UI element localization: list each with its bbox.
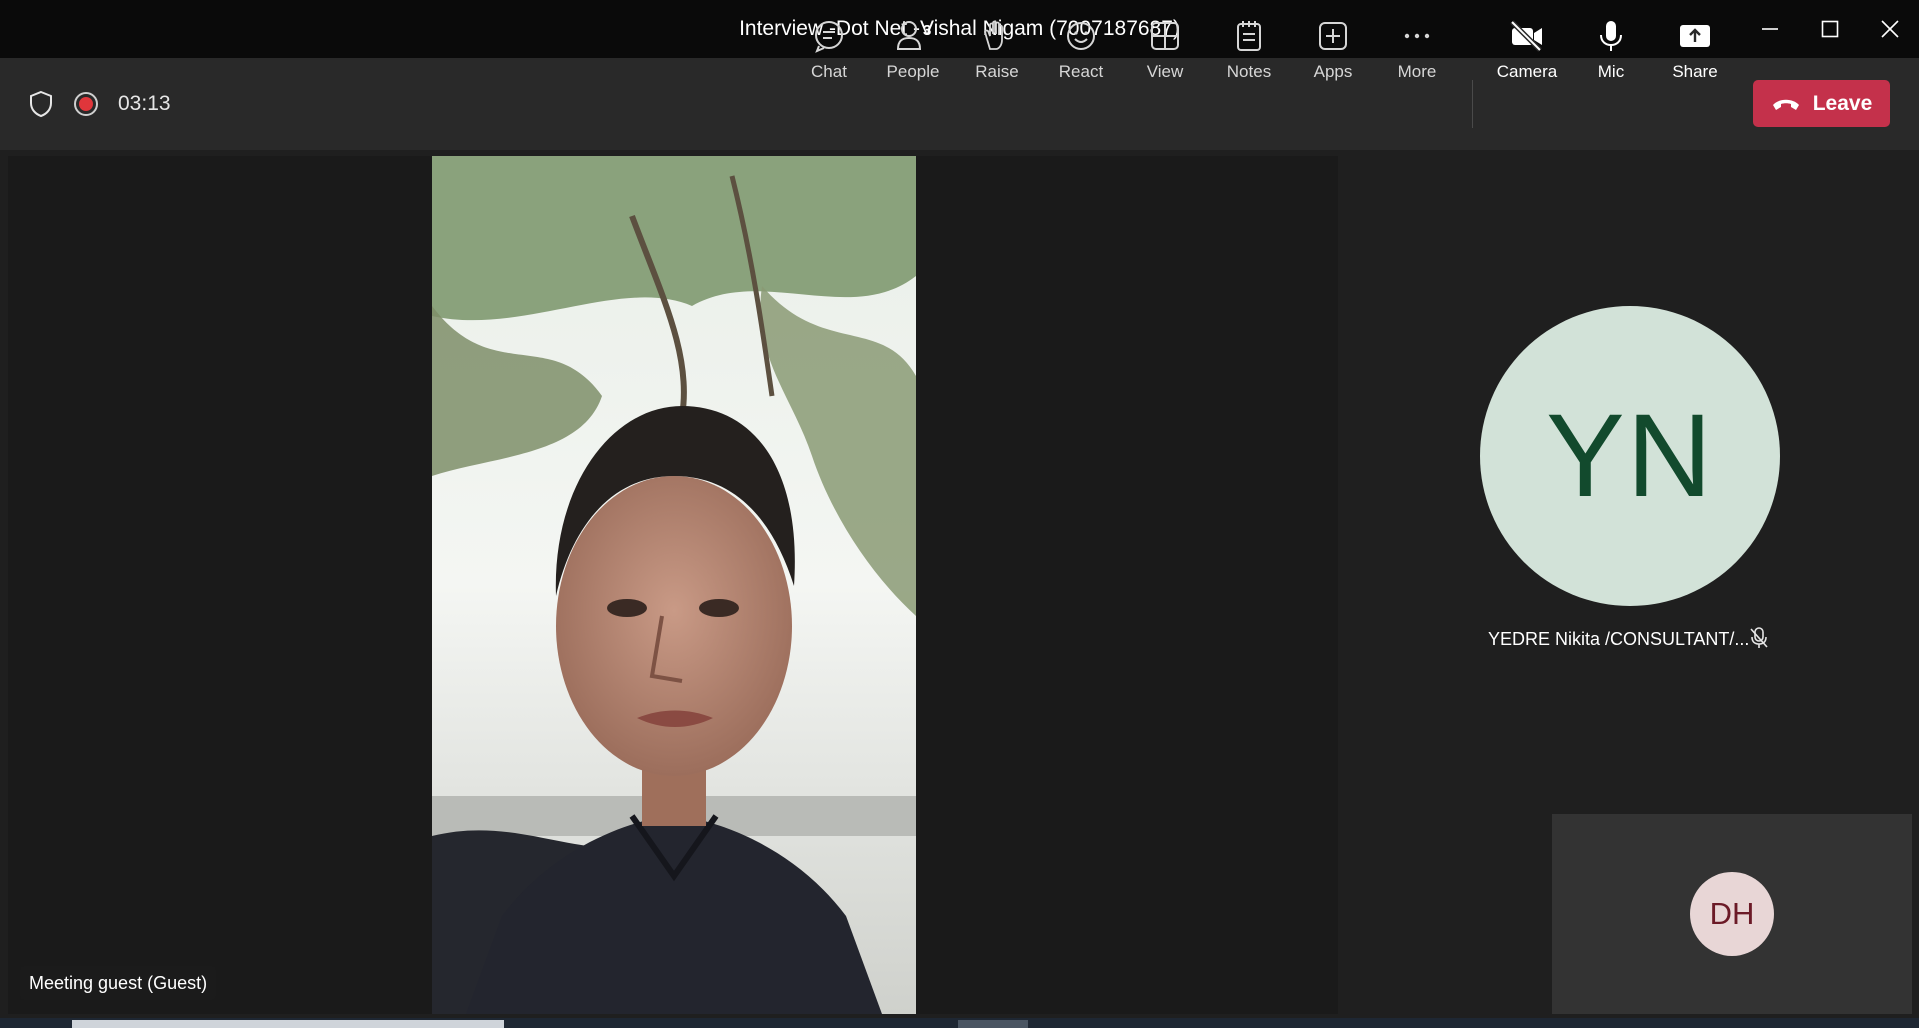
grid-view-icon <box>1151 22 1179 50</box>
notes-button[interactable]: Notes <box>1209 16 1289 82</box>
more-dots-icon <box>1404 33 1430 39</box>
share-button[interactable]: Share <box>1655 16 1735 82</box>
microphone-icon <box>1600 21 1622 51</box>
camera-label: Camera <box>1496 62 1558 81</box>
maximize-icon <box>1821 20 1839 38</box>
chat-button[interactable]: Chat <box>789 16 869 82</box>
react-label: React <box>1058 62 1104 81</box>
notes-icon <box>1237 21 1261 51</box>
minimize-button[interactable] <box>1750 12 1790 46</box>
share-label: Share <box>1672 62 1718 81</box>
more-label: More <box>1397 62 1437 81</box>
apps-button[interactable]: Apps <box>1293 16 1373 82</box>
participant-name-yn: YEDRE Nikita /CONSULTANT/... <box>1488 629 1750 649</box>
shield-icon[interactable] <box>28 90 54 118</box>
close-icon <box>1881 20 1899 38</box>
more-button[interactable]: More <box>1377 16 1457 82</box>
avatar-dh: DH <box>1690 872 1774 956</box>
raise-hand-button[interactable]: Raise <box>957 16 1037 82</box>
smiley-icon <box>1067 22 1095 50</box>
mic-off-icon <box>1750 627 1768 648</box>
people-button[interactable]: 3 People <box>873 16 953 82</box>
people-label: People <box>886 62 940 81</box>
maximize-button[interactable] <box>1810 12 1850 46</box>
meeting-status: 03:13 <box>28 90 171 118</box>
view-label: View <box>1146 62 1184 81</box>
meeting-timer: 03:13 <box>118 92 171 115</box>
react-button[interactable]: React <box>1041 16 1121 82</box>
mic-label: Mic <box>1597 62 1625 81</box>
chat-label: Chat <box>811 62 847 81</box>
toolbar-divider <box>1472 80 1473 128</box>
leave-button[interactable]: Leave <box>1753 80 1890 127</box>
camera-off-icon <box>1510 20 1542 52</box>
mic-button[interactable]: Mic <box>1571 16 1651 82</box>
minimize-icon <box>1762 28 1778 30</box>
hang-up-icon <box>1772 99 1799 110</box>
muted-indicator <box>1748 626 1770 655</box>
video-feed-image <box>432 156 916 1014</box>
share-screen-icon <box>1680 25 1710 47</box>
close-button[interactable] <box>1870 12 1910 46</box>
taskbar-window-preview-2[interactable] <box>958 1020 1028 1028</box>
hand-icon <box>984 20 1003 50</box>
recording-dot-icon <box>79 97 93 111</box>
people-count-badge: 3 <box>923 22 932 39</box>
taskbar-window-preview[interactable] <box>72 1020 504 1028</box>
participant-video[interactable] <box>432 156 916 1014</box>
avatar-yn[interactable]: YN <box>1480 306 1780 606</box>
chat-icon <box>815 21 843 53</box>
raise-label: Raise <box>975 62 1019 81</box>
add-app-icon <box>1319 22 1347 50</box>
apps-label: Apps <box>1313 62 1353 81</box>
participant-name-label: Meeting guest (Guest) <box>20 966 217 1000</box>
leave-label: Leave <box>1812 91 1873 115</box>
recording-indicator <box>74 92 98 116</box>
view-button[interactable]: View <box>1125 16 1205 82</box>
notes-label: Notes <box>1226 62 1272 81</box>
camera-button[interactable]: Camera <box>1487 16 1567 82</box>
